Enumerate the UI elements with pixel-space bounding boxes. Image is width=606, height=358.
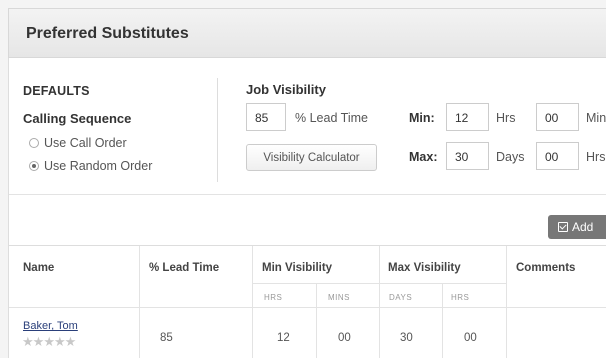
add-button[interactable]: Add — [548, 215, 606, 239]
defaults-heading: DEFAULTS — [23, 84, 90, 98]
lead-time-input[interactable]: 85 — [246, 103, 286, 131]
max-days-input[interactable]: 30 — [446, 142, 489, 170]
preferred-substitutes-panel: DEFAULTS Calling Sequence Use Call Order… — [8, 58, 606, 358]
column-divider — [442, 283, 443, 358]
lead-time-cell: 85 — [160, 332, 173, 344]
substitute-name-link[interactable]: Baker, Tom — [23, 320, 78, 332]
min-hrs-label: Hrs — [496, 111, 516, 125]
star-icon[interactable]: ★ — [54, 334, 66, 349]
check-square-icon — [558, 222, 568, 232]
max-hrs-input[interactable]: 00 — [536, 142, 579, 170]
radio-label: Use Call Order — [44, 136, 127, 150]
page-title: Preferred Substitutes — [26, 25, 189, 42]
max-hrs-cell: 00 — [464, 332, 477, 344]
min-hrs-cell: 12 — [277, 332, 290, 344]
min-mins-label: Min — [586, 111, 606, 125]
column-divider — [506, 246, 507, 358]
min-hrs-input[interactable]: 12 — [446, 103, 489, 131]
min-label: Min: — [409, 111, 435, 125]
section-divider — [217, 78, 218, 182]
sub-header-max-hrs: HRS — [451, 293, 470, 302]
max-days-cell: 30 — [400, 332, 413, 344]
min-mins-input[interactable]: 00 — [536, 103, 579, 131]
job-visibility-heading: Job Visibility — [246, 82, 326, 97]
sub-header-min-hrs: HRS — [264, 293, 283, 302]
section-divider — [9, 194, 606, 195]
col-header-lead-time[interactable]: % Lead Time — [149, 262, 219, 274]
max-days-label: Days — [496, 150, 525, 164]
header-bottom-border — [9, 307, 606, 308]
radio-button-unchecked[interactable] — [29, 138, 39, 148]
star-icon[interactable]: ★ — [43, 334, 55, 349]
max-hrs-label: Hrs — [586, 150, 606, 164]
col-header-comments[interactable]: Comments — [516, 262, 575, 274]
add-button-label: Add — [572, 220, 594, 234]
visibility-calculator-button[interactable]: Visibility Calculator — [246, 144, 377, 171]
radio-button-checked[interactable] — [29, 161, 39, 171]
table-top-border — [9, 245, 606, 246]
star-icon[interactable]: ★ — [22, 334, 34, 349]
column-divider — [252, 246, 253, 358]
star-icon[interactable]: ★ — [65, 334, 77, 349]
column-divider — [379, 246, 380, 358]
radio-use-call-order[interactable]: Use Call Order — [29, 136, 127, 150]
star-rating[interactable]: ★★★★★ — [22, 334, 77, 350]
calling-sequence-heading: Calling Sequence — [23, 111, 132, 126]
radio-label: Use Random Order — [44, 159, 153, 173]
panel-header: Preferred Substitutes — [8, 8, 606, 58]
max-label: Max: — [409, 150, 438, 164]
column-divider — [139, 246, 140, 358]
radio-use-random-order[interactable]: Use Random Order — [29, 159, 152, 173]
col-header-name[interactable]: Name — [23, 262, 54, 274]
col-header-min-visibility[interactable]: Min Visibility — [262, 262, 332, 274]
lead-time-label: % Lead Time — [295, 111, 368, 125]
min-mins-cell: 00 — [338, 332, 351, 344]
sub-header-max-days: DAYS — [389, 293, 413, 302]
sub-header-min-mins: MINS — [328, 293, 350, 302]
star-icon[interactable]: ★ — [33, 334, 45, 349]
col-header-max-visibility[interactable]: Max Visibility — [388, 262, 461, 274]
column-divider — [316, 283, 317, 358]
sub-header-divider — [252, 283, 506, 284]
